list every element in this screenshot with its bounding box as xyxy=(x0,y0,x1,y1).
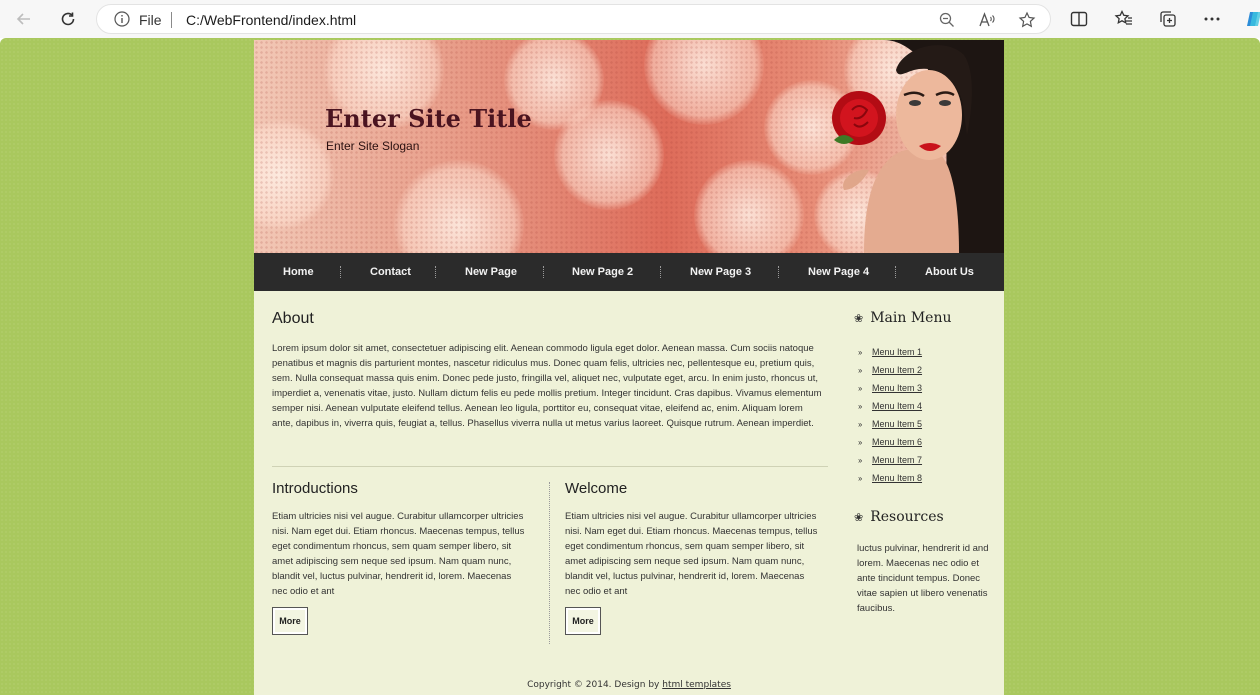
nav-item-contact[interactable]: Contact xyxy=(370,266,411,278)
copilot-icon[interactable] xyxy=(1244,9,1260,29)
menu-item-link[interactable]: Menu Item 4 xyxy=(872,401,922,411)
introductions-more-button[interactable]: More xyxy=(272,607,308,635)
file-scheme-label: File xyxy=(139,12,162,28)
main-menu-list: ›› Menu Item 1 ›› Menu Item 2 ›› Menu Item … xyxy=(858,343,922,487)
menu-item-link[interactable]: Menu Item 8 xyxy=(872,473,922,483)
sidebar: ❀ Main Menu ›› Menu Item 1 ›› Menu Item 2 … xyxy=(854,310,999,614)
nav-item-about-us[interactable]: About Us xyxy=(925,266,974,278)
welcome-text: Etiam ultricies nisi vel augue. Curabitu… xyxy=(565,511,818,597)
address-bar[interactable]: File C:/WebFrontend/index.html xyxy=(96,4,1051,34)
menu-item: ›› Menu Item 7 xyxy=(858,451,922,469)
about-text: Lorem ipsum dolor sit amet, consectetuer… xyxy=(272,343,822,429)
info-icon[interactable] xyxy=(114,11,130,27)
site-container: Enter Site Title Enter Site Slogan Home … xyxy=(254,40,1004,695)
zoom-icon[interactable] xyxy=(938,11,956,29)
nav-item-new-page-2[interactable]: New Page 2 xyxy=(572,266,633,278)
main-menu-heading: ❀ Main Menu xyxy=(854,310,999,326)
back-arrow-icon xyxy=(16,13,30,25)
page-viewport: Enter Site Title Enter Site Slogan Home … xyxy=(0,38,1260,695)
nav-item-new-page-4[interactable]: New Page 4 xyxy=(808,266,869,278)
double-arrow-icon: ›› xyxy=(858,473,862,483)
resources-heading: ❀ Resources xyxy=(854,509,944,525)
menu-item: ›› Menu Item 3 xyxy=(858,379,922,397)
menu-item-link[interactable]: Menu Item 6 xyxy=(872,437,922,447)
double-arrow-icon: ›› xyxy=(858,455,862,465)
column-divider xyxy=(549,482,550,644)
footer-copyright: Copyright © 2014. Design by xyxy=(527,680,660,690)
double-arrow-icon: ›› xyxy=(858,383,862,393)
more-options-icon[interactable] xyxy=(1202,9,1222,29)
menu-item: ›› Menu Item 8 xyxy=(858,469,922,487)
menu-item: ›› Menu Item 5 xyxy=(858,415,922,433)
double-arrow-icon: ›› xyxy=(858,365,862,375)
split-screen-icon[interactable] xyxy=(1069,9,1089,29)
menu-item: ›› Menu Item 6 xyxy=(858,433,922,451)
read-aloud-icon[interactable] xyxy=(978,11,996,29)
menu-item-link[interactable]: Menu Item 5 xyxy=(872,419,922,429)
back-button[interactable] xyxy=(11,6,37,32)
welcome-more-button[interactable]: More xyxy=(565,607,601,635)
nav-item-new-page[interactable]: New Page xyxy=(465,266,517,278)
menu-item: ›› Menu Item 1 xyxy=(858,343,922,361)
site-footer: Copyright © 2014. Design by html templat… xyxy=(254,680,1004,690)
favorite-star-icon[interactable] xyxy=(1018,11,1036,29)
main-navigation: Home Contact New Page New Page 2 New Pag… xyxy=(254,253,1004,291)
double-arrow-icon: ›› xyxy=(858,437,862,447)
welcome-heading: Welcome xyxy=(565,480,628,497)
menu-item-link[interactable]: Menu Item 2 xyxy=(872,365,922,375)
favorites-icon[interactable] xyxy=(1114,9,1134,29)
introductions-section: Introductions Etiam ultricies nisi vel a… xyxy=(272,480,528,599)
collections-icon[interactable] xyxy=(1158,9,1178,29)
menu-item-link[interactable]: Menu Item 3 xyxy=(872,383,922,393)
url-text[interactable]: C:/WebFrontend/index.html xyxy=(186,12,356,28)
flower-bullet-icon: ❀ xyxy=(854,510,864,524)
site-slogan: Enter Site Slogan xyxy=(326,139,420,153)
footer-link[interactable]: html templates xyxy=(662,680,731,690)
site-title[interactable]: Enter Site Title xyxy=(325,104,532,133)
nav-item-new-page-3[interactable]: New Page 3 xyxy=(690,266,751,278)
menu-item: ›› Menu Item 4 xyxy=(858,397,922,415)
double-arrow-icon: ›› xyxy=(858,401,862,411)
site-header: Enter Site Title Enter Site Slogan xyxy=(254,40,1004,253)
reload-icon xyxy=(61,12,75,26)
resources-text: luctus pulvinar, hendrerit id and lorem.… xyxy=(857,543,989,614)
welcome-section: Welcome Etiam ultricies nisi vel augue. … xyxy=(565,480,821,599)
reload-button[interactable] xyxy=(55,6,81,32)
menu-item-link[interactable]: Menu Item 1 xyxy=(872,347,922,357)
section-divider xyxy=(272,466,828,467)
about-heading: About xyxy=(272,310,314,327)
double-arrow-icon: ›› xyxy=(858,419,862,429)
double-arrow-icon: ›› xyxy=(858,347,862,357)
menu-item: ›› Menu Item 2 xyxy=(858,361,922,379)
introductions-heading: Introductions xyxy=(272,480,358,497)
menu-item-link[interactable]: Menu Item 7 xyxy=(872,455,922,465)
header-woman-image xyxy=(832,40,1004,253)
address-separator xyxy=(171,12,172,28)
flower-bullet-icon: ❀ xyxy=(854,311,864,325)
nav-item-home[interactable]: Home xyxy=(283,266,314,278)
introductions-text: Etiam ultricies nisi vel augue. Curabitu… xyxy=(272,511,525,597)
browser-toolbar: File C:/WebFrontend/index.html xyxy=(0,0,1260,38)
main-menu-title: Main Menu xyxy=(870,310,952,326)
resources-title: Resources xyxy=(870,509,944,525)
